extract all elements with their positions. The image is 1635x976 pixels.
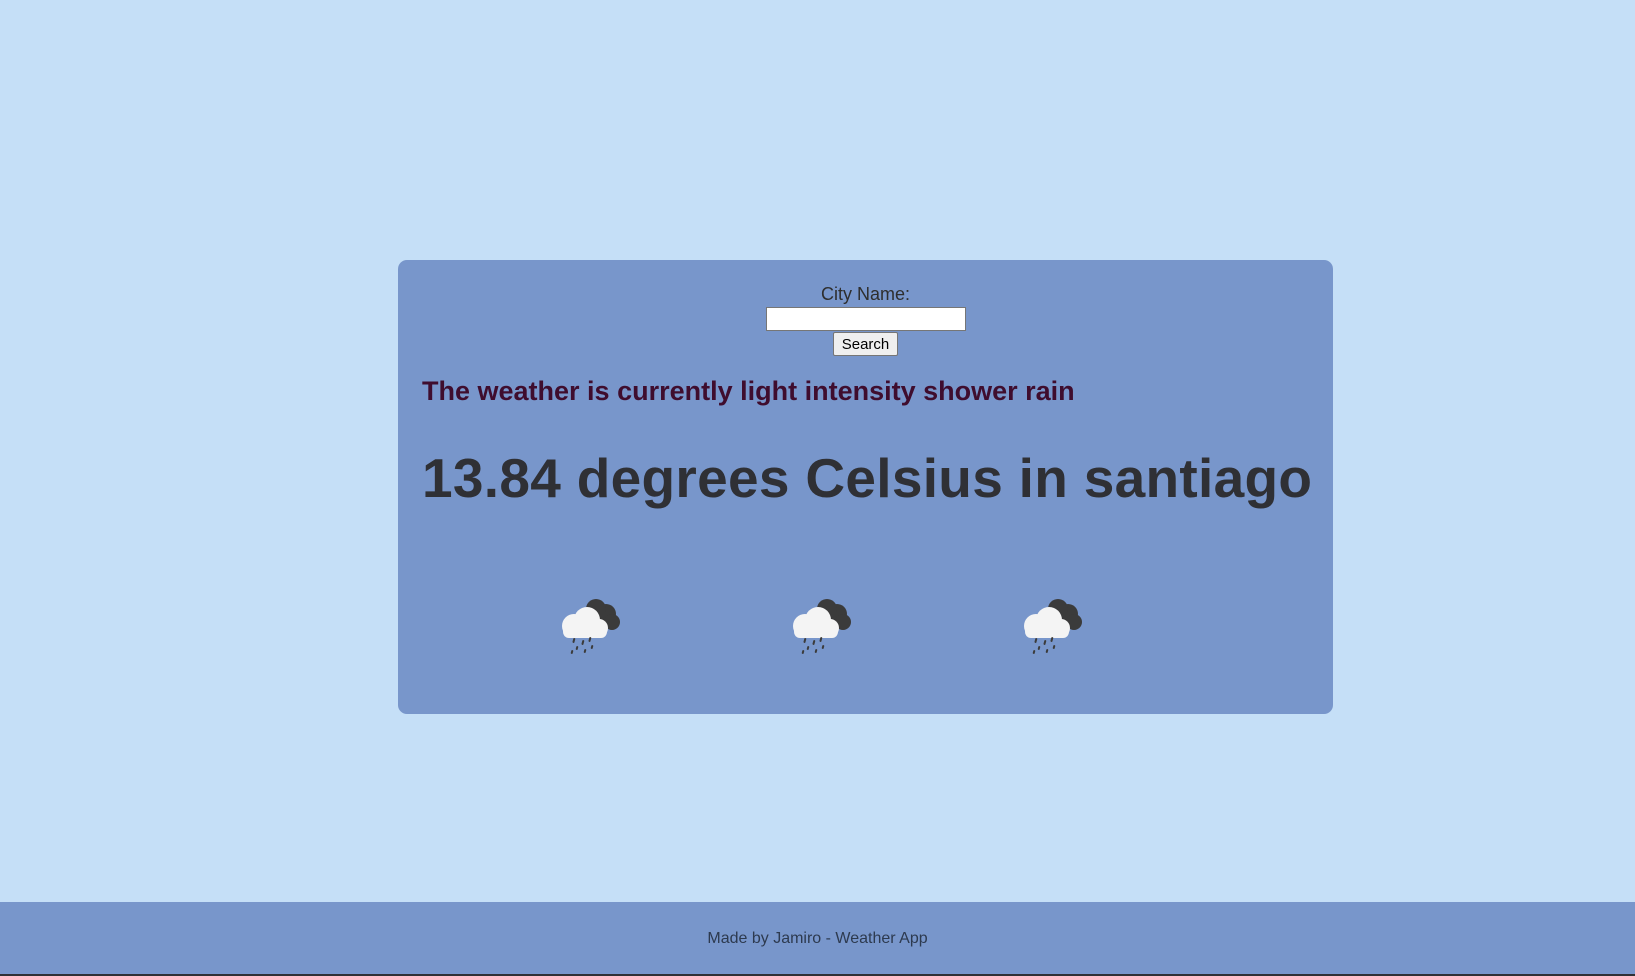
search-button[interactable]: Search — [832, 332, 899, 356]
weather-card: City Name: Search The weather is current… — [398, 260, 1333, 714]
city-name-label: City Name: — [820, 284, 910, 304]
footer-text: Made by Jamiro - Weather App — [707, 930, 928, 947]
temperature-heading: 13.84 degrees Celsius in santiago — [422, 447, 1313, 509]
rain-cloud-icon — [793, 599, 851, 654]
city-search-form: City Name: Search — [398, 283, 1333, 356]
page-footer: Made by Jamiro - Weather App — [0, 902, 1635, 976]
rain-cloud-icon — [1024, 599, 1082, 654]
rain-cloud-icon — [562, 599, 620, 654]
city-name-input[interactable] — [765, 307, 966, 331]
weather-description: The weather is currently light intensity… — [422, 376, 1075, 406]
forecast-icons-row — [398, 596, 1333, 666]
